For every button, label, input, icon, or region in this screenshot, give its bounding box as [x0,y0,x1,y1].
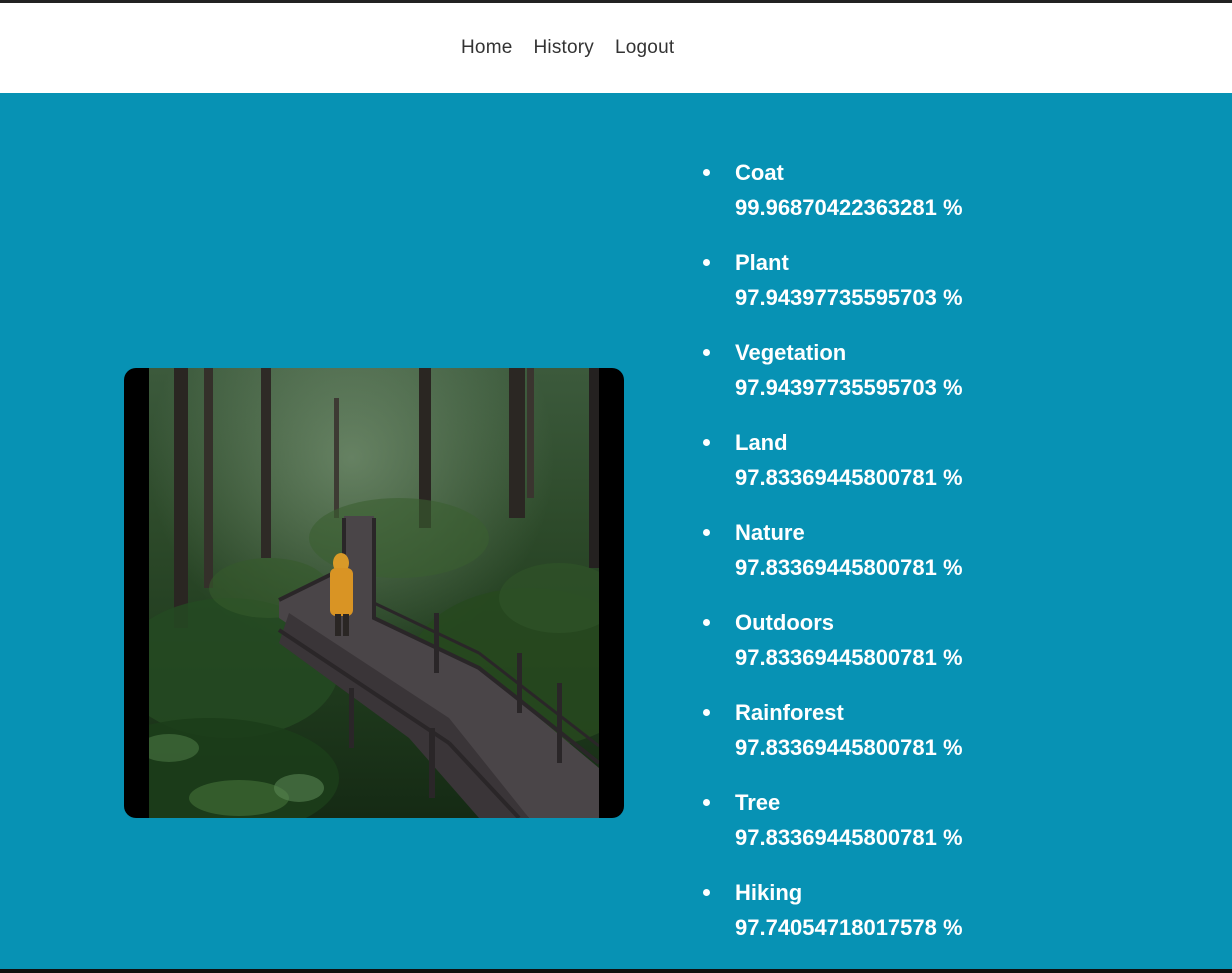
label-name: Coat [735,160,784,185]
list-item: Nature 97.83369445800781 % [700,515,963,605]
label-confidence: 97.94397735595703 % [735,285,963,310]
bullet-icon [703,709,710,716]
bullet-icon [703,259,710,266]
list-item: Tree 97.83369445800781 % [700,785,963,875]
list-item: Coat 99.96870422363281 % [700,155,963,245]
bullet-icon [703,169,710,176]
uploaded-photo [149,368,599,818]
bullet-icon [703,889,710,896]
nav-home-link[interactable]: Home [461,37,512,59]
label-confidence: 97.83369445800781 % [735,555,963,580]
label-confidence: 97.83369445800781 % [735,735,963,760]
uploaded-photo-frame [124,368,624,818]
nav-links: Home History Logout [461,37,674,59]
bullet-icon [703,439,710,446]
detected-labels-list: Coat 99.96870422363281 % Plant 97.943977… [700,155,963,965]
label-name: Nature [735,520,805,545]
list-item: Vegetation 97.94397735595703 % [700,335,963,425]
list-item: Outdoors 97.83369445800781 % [700,605,963,695]
bullet-icon [703,799,710,806]
label-name: Hiking [735,880,803,905]
label-confidence: 99.96870422363281 % [735,195,963,220]
list-item: Rainforest 97.83369445800781 % [700,695,963,785]
list-item: Plant 97.94397735595703 % [700,245,963,335]
label-confidence: 97.83369445800781 % [735,645,963,670]
bullet-icon [703,349,710,356]
label-confidence: 97.83369445800781 % [735,825,963,850]
label-name: Vegetation [735,340,847,365]
label-name: Tree [735,790,781,815]
label-confidence: 97.94397735595703 % [735,375,963,400]
label-confidence: 97.74054718017578 % [735,915,963,940]
label-name: Outdoors [735,610,834,635]
label-name: Rainforest [735,700,844,725]
label-confidence: 97.83369445800781 % [735,465,963,490]
label-name: Plant [735,250,789,275]
list-item: Hiking 97.74054718017578 % [700,875,963,965]
main-content: Coat 99.96870422363281 % Plant 97.943977… [0,93,1232,973]
nav-history-link[interactable]: History [533,37,594,59]
bullet-icon [703,619,710,626]
list-item: Land 97.83369445800781 % [700,425,963,515]
navbar: Home History Logout [0,3,1232,93]
nav-logout-link[interactable]: Logout [615,37,674,59]
bottom-edge [0,969,1232,973]
label-name: Land [735,430,788,455]
bullet-icon [703,529,710,536]
